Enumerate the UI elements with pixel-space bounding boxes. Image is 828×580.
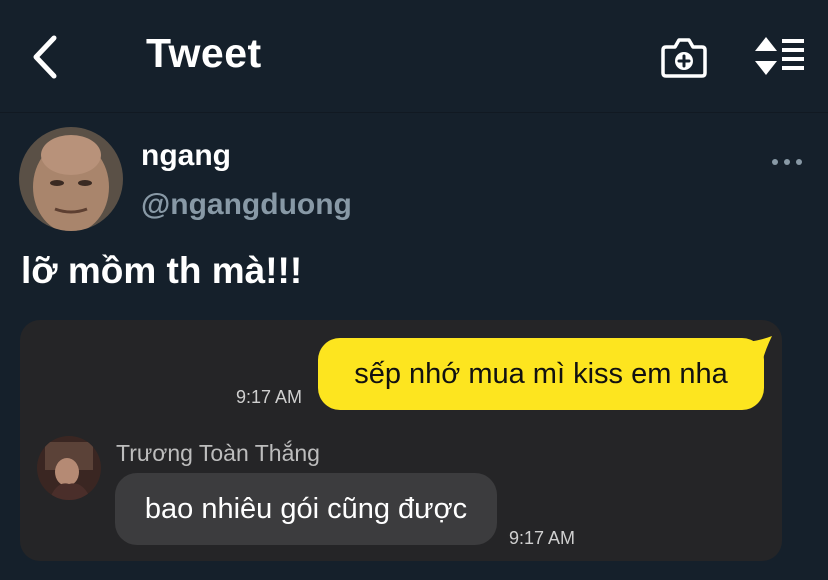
more-horizontal-icon: [772, 159, 778, 165]
sender-avatar: [37, 436, 101, 500]
display-name[interactable]: ngang: [141, 139, 231, 173]
tweet-text: lỡ mồm th mà!!!: [21, 250, 303, 291]
sender-name: Trương Toàn Thắng: [116, 440, 320, 466]
incoming-message-time: 9:17 AM: [509, 528, 576, 548]
chevron-left-icon: [33, 35, 57, 79]
header-divider: [0, 112, 828, 113]
back-button[interactable]: [26, 34, 66, 80]
more-options-button[interactable]: [770, 152, 804, 172]
camera-plus-icon: [661, 38, 707, 78]
incoming-message-bubble: bao nhiêu gói cũng được: [115, 473, 497, 545]
camera-button[interactable]: [660, 35, 708, 79]
user-handle[interactable]: @ngangduong: [141, 188, 352, 222]
avatar[interactable]: [19, 127, 123, 231]
tweet-media-image[interactable]: sếp nhớ mua mì kiss em nha 9:17 AM Trươn…: [20, 320, 782, 561]
sort-button[interactable]: [752, 36, 806, 76]
top-bar: Tweet: [0, 0, 828, 112]
page-title: Tweet: [146, 30, 262, 76]
sort-list-icon: [755, 37, 804, 75]
outgoing-message-time: 9:17 AM: [236, 387, 303, 407]
outgoing-message-bubble: sếp nhớ mua mì kiss em nha: [318, 338, 764, 410]
